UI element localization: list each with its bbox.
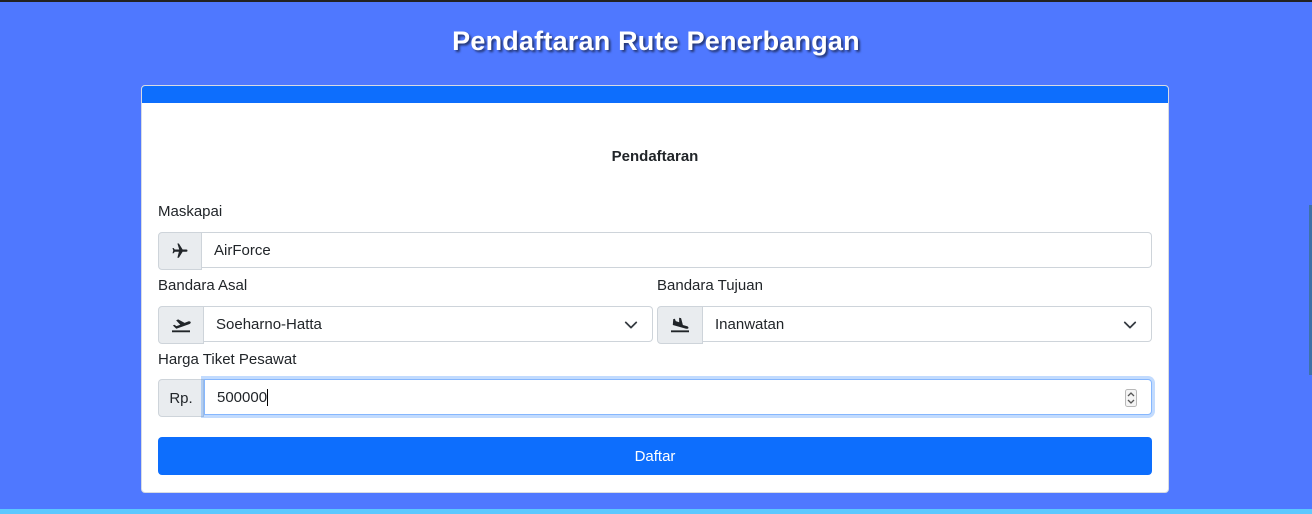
bandara-tujuan-group: Inanwatan — [657, 306, 1152, 344]
bandara-asal-group: Soeharno-Hatta — [158, 306, 653, 344]
harga-label: Harga Tiket Pesawat — [158, 351, 297, 368]
plane-icon — [158, 232, 202, 270]
maskapai-label: Maskapai — [158, 203, 223, 220]
bandara-asal-value: Soeharno-Hatta — [216, 315, 322, 333]
bandara-asal-label: Bandara Asal — [158, 277, 248, 294]
currency-prefix: Rp. — [158, 379, 204, 417]
registration-card: Pendaftaran Maskapai AirForce Bandara As… — [141, 85, 1169, 493]
chevron-down-icon — [624, 321, 638, 329]
form-heading: Pendaftaran — [611, 148, 699, 165]
bottom-edge-strip — [0, 509, 1312, 514]
window-top-border — [0, 0, 1312, 2]
maskapai-input-group: AirForce — [158, 232, 1152, 270]
harga-input[interactable]: 500000 — [204, 379, 1152, 415]
daftar-button[interactable]: Daftar — [158, 437, 1152, 475]
bandara-tujuan-select[interactable]: Inanwatan — [703, 306, 1152, 342]
card-header-bar — [142, 86, 1168, 103]
bandara-tujuan-value: Inanwatan — [715, 315, 785, 333]
maskapai-value: AirForce — [214, 241, 271, 259]
harga-value: 500000 — [217, 388, 268, 406]
maskapai-input[interactable]: AirForce — [202, 232, 1152, 268]
bandara-tujuan-label: Bandara Tujuan — [657, 277, 763, 294]
number-spinner-icon[interactable] — [1125, 389, 1137, 407]
harga-input-group: Rp. 500000 — [158, 379, 1152, 417]
plane-departure-icon — [158, 306, 204, 344]
text-caret — [267, 388, 269, 406]
chevron-down-icon — [1123, 321, 1137, 329]
page-title: Pendaftaran Rute Penerbangan — [452, 26, 860, 56]
bandara-asal-select[interactable]: Soeharno-Hatta — [204, 306, 653, 342]
plane-arrival-icon — [657, 306, 703, 344]
